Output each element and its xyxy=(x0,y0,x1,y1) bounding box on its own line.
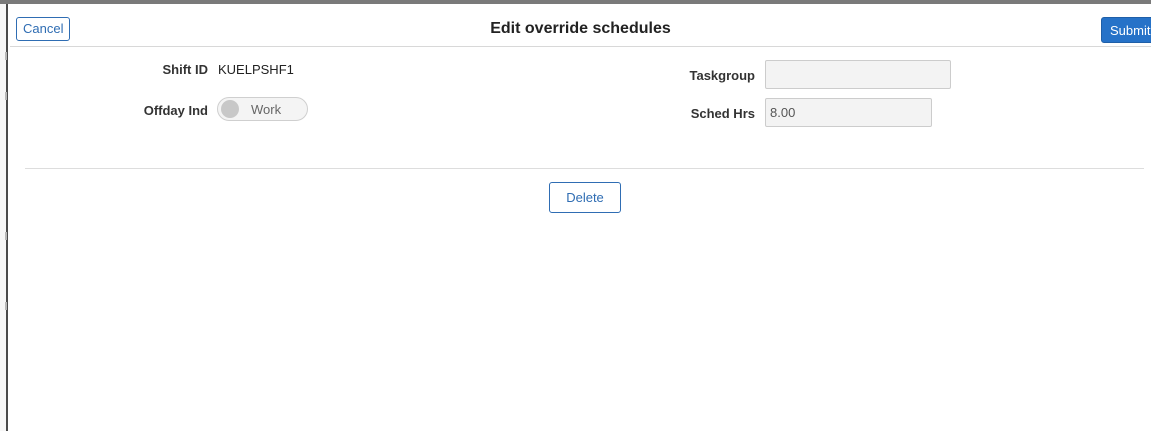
page-title: Edit override schedules xyxy=(490,20,671,37)
shift-id-label: Shift ID xyxy=(162,62,209,77)
delete-button[interactable]: Delete xyxy=(549,182,621,213)
submit-button[interactable]: Submit xyxy=(1101,17,1151,43)
edge-tick xyxy=(5,92,7,100)
modal-header: Cancel Edit override schedules Submit xyxy=(10,6,1151,47)
taskgroup-label: Taskgroup xyxy=(689,68,756,83)
toggle-knob xyxy=(221,100,239,118)
sched-hrs-field[interactable] xyxy=(765,98,932,127)
cancel-button[interactable]: Cancel xyxy=(16,17,71,41)
shift-id-value: KUELPSHF1 xyxy=(218,62,294,77)
edge-tick xyxy=(5,232,7,240)
edge-tick xyxy=(5,302,7,310)
offday-ind-label: Offday Ind xyxy=(143,103,208,118)
edge-tick xyxy=(5,52,7,60)
taskgroup-field[interactable] xyxy=(765,60,951,89)
sched-hrs-label: Sched Hrs xyxy=(690,106,755,121)
offday-ind-toggle[interactable]: Work xyxy=(217,97,308,121)
modal-window: Cancel Edit override schedules Submit Sh… xyxy=(0,0,1151,431)
window-top-border xyxy=(0,0,1151,4)
section-divider xyxy=(25,168,1144,169)
toggle-state-label: Work xyxy=(251,102,282,117)
left-edge-strip xyxy=(0,4,8,431)
